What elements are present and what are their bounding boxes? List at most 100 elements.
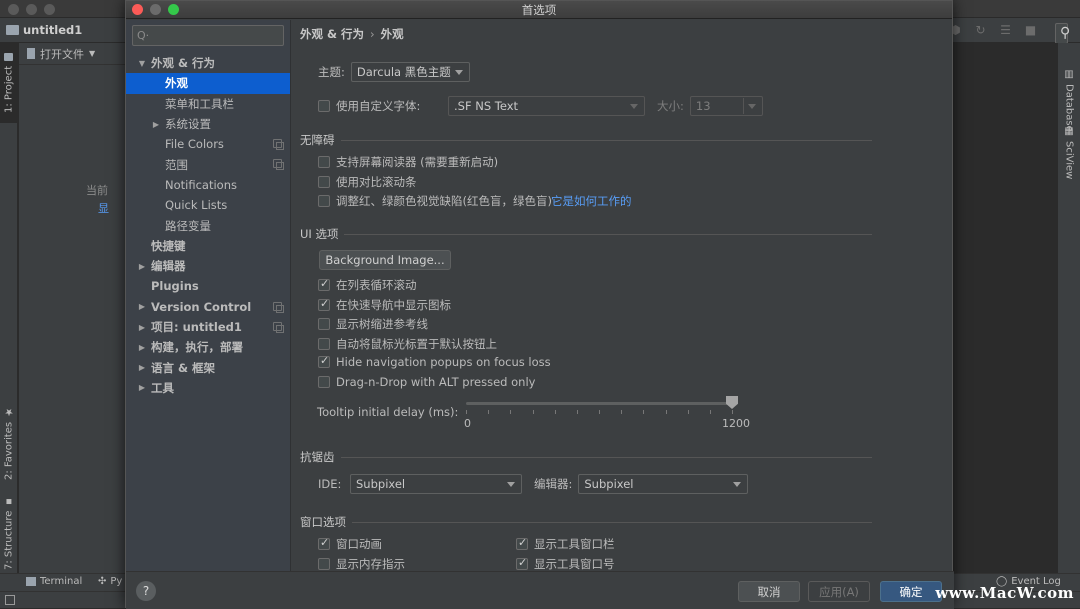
checkbox[interactable] [318, 536, 330, 550]
slider-thumb[interactable] [726, 396, 738, 409]
checkbox-option[interactable]: 在列表循环滚动 [318, 277, 417, 293]
font-size-select[interactable]: 13 [689, 96, 763, 116]
slider-tick [709, 410, 711, 414]
help-button[interactable]: ? [136, 581, 156, 601]
sidebar-item[interactable]: ▶ Version Control [126, 297, 290, 317]
background-image-button[interactable]: Background Image... [319, 250, 451, 270]
ide-antialiasing-select[interactable]: Subpixel [350, 474, 522, 494]
tab-project[interactable]: 1: Project [0, 43, 18, 123]
checkbox[interactable] [516, 536, 528, 550]
checkbox-label: 调整红、绿颜色视觉缺陷(红色盲，绿色盲) [336, 194, 552, 208]
sidebar-item[interactable]: 菜单和工具栏 [126, 94, 290, 114]
checkbox[interactable] [318, 558, 330, 570]
minimize-window-button[interactable] [150, 4, 161, 15]
checkbox-option[interactable]: 显示工具窗口号 [516, 556, 615, 571]
checkbox-option[interactable]: 使用对比滚动条 [318, 174, 417, 190]
settings-sidebar: Q· ▼ 外观 & 行为 外观 菜单和工具栏 ▶ 系统设置 File Colors 范围 Not… [126, 20, 291, 571]
expand-right-icon[interactable]: ▶ [136, 343, 148, 352]
open-file-dropdown[interactable]: 打开文件 ▼ [19, 43, 127, 65]
breadcrumb-parent[interactable]: 外观 & 行为 [300, 26, 364, 42]
sidebar-item[interactable]: 范围 [126, 154, 290, 174]
zoom-window-button[interactable] [168, 4, 179, 15]
sidebar-item[interactable]: ▶ 语言 & 框架 [126, 357, 290, 377]
checkbox-option[interactable]: Drag-n-Drop with ALT pressed only [318, 375, 535, 389]
expand-right-icon[interactable]: ▶ [136, 262, 148, 271]
checkbox-option[interactable]: 支持屏幕阅读器 (需要重新启动) [318, 154, 498, 170]
sidebar-item[interactable]: ▼ 外观 & 行为 [126, 53, 290, 73]
tab-favorites[interactable]: 2: Favorites ★ [0, 403, 18, 483]
checkbox[interactable] [318, 297, 330, 311]
close-window-button[interactable] [132, 4, 143, 15]
theme-label: 主题: [318, 65, 345, 79]
checkbox-option[interactable]: 显示树缩进参考线 [318, 316, 428, 332]
tab-structure[interactable]: 7: Structure ▪ [0, 493, 18, 573]
checkbox-option[interactable]: 显示工具窗口栏 [516, 536, 615, 552]
expand-right-icon[interactable]: ▶ [150, 120, 162, 129]
slider-tick [599, 410, 600, 414]
project-breadcrumb[interactable]: untitled1 [6, 23, 82, 37]
settings-search-input[interactable]: Q· [132, 25, 284, 46]
expand-right-icon[interactable]: ▶ [136, 302, 148, 311]
checkbox[interactable] [516, 556, 528, 570]
checkbox[interactable] [318, 176, 330, 188]
apply-button[interactable]: 应用(A) [808, 581, 870, 602]
checkbox[interactable] [318, 277, 330, 291]
slider-tick [621, 410, 623, 414]
tab-sciview[interactable]: ▦ SciView [1058, 123, 1080, 183]
sidebar-item[interactable]: ▶ 编辑器 [126, 256, 290, 276]
search-everywhere-icon[interactable]: ⚲ [1055, 22, 1070, 44]
sidebar-item[interactable]: ▶ 工具 [126, 378, 290, 398]
sidebar-item[interactable]: ▶ 构建，执行，部署 [126, 337, 290, 357]
checkbox-option[interactable]: 在快速导航中显示图标 [318, 297, 451, 313]
breadcrumb-current: 外观 [380, 27, 404, 41]
checkbox[interactable] [318, 195, 330, 207]
ok-button[interactable]: 确定 [880, 581, 942, 602]
checkbox-option[interactable]: 调整红、绿颜色视觉缺陷(红色盲，绿色盲) [318, 193, 552, 209]
sidebar-item[interactable]: Plugins [126, 276, 290, 296]
sidebar-item[interactable]: Notifications [126, 175, 290, 195]
sidebar-item[interactable]: 快捷键 [126, 236, 290, 256]
checkbox-label: 显示内存指示 [336, 557, 405, 571]
checkbox-option[interactable]: 窗口动画 [318, 536, 382, 552]
sidebar-item[interactable]: File Colors [126, 134, 290, 154]
checkbox[interactable] [318, 376, 330, 388]
checkbox-option[interactable]: 显示内存指示 [318, 556, 405, 571]
expand-right-icon[interactable]: ▶ [136, 323, 148, 332]
breadcrumb: 外观 & 行为 › 外观 [300, 26, 404, 42]
sidebar-item[interactable]: ▶ 项目: untitled1 [126, 317, 290, 337]
empty-link[interactable]: 显 [98, 200, 109, 216]
tooltip-delay-slider[interactable]: 0 1200 [464, 396, 750, 434]
slider-tick [554, 410, 556, 414]
custom-font-checkbox[interactable] [318, 100, 330, 112]
tab-python-console[interactable]: ✣ Py [98, 576, 122, 587]
sidebar-item[interactable]: Quick Lists [126, 195, 290, 215]
checkbox[interactable] [318, 318, 330, 330]
sidebar-item-label: Version Control [151, 299, 252, 314]
expand-right-icon[interactable]: ▶ [136, 363, 148, 372]
editor-antialiasing-select[interactable]: Subpixel [578, 474, 749, 494]
layout-toggle-icon[interactable] [5, 595, 15, 605]
run-list-icon[interactable]: ☰ [999, 24, 1012, 37]
project-settings-icon [273, 159, 284, 171]
stop-icon[interactable]: ■ [1024, 24, 1037, 37]
file-icon [27, 48, 35, 59]
sidebar-item[interactable]: ▶ 系统设置 [126, 114, 290, 134]
cancel-button[interactable]: 取消 [738, 581, 800, 602]
checkbox[interactable] [318, 354, 330, 368]
font-select[interactable]: .SF NS Text [448, 96, 645, 116]
sidebar-item[interactable]: 路径变量 [126, 215, 290, 235]
checkbox-option[interactable]: Hide navigation popups on focus loss [318, 354, 551, 369]
tab-terminal[interactable]: Terminal [26, 576, 82, 587]
checkbox[interactable] [318, 338, 330, 350]
rerun-icon[interactable]: ↻ [974, 24, 987, 37]
expand-down-icon[interactable]: ▼ [136, 59, 148, 68]
theme-select[interactable]: Darcula 黑色主题 [350, 62, 470, 82]
sidebar-item-label: Plugins [151, 279, 199, 294]
checkbox[interactable] [318, 156, 330, 168]
sidebar-item[interactable]: 外观 [126, 73, 290, 94]
expand-right-icon[interactable]: ▶ [136, 383, 148, 392]
right-tool-strip: ▥ Database ▦ SciView [1058, 43, 1080, 573]
how-it-works-link[interactable]: 它是如何工作的 [551, 193, 632, 209]
structure-icon: ▪ [3, 495, 15, 507]
checkbox-option[interactable]: 自动将鼠标光标置于默认按钮上 [318, 336, 497, 352]
